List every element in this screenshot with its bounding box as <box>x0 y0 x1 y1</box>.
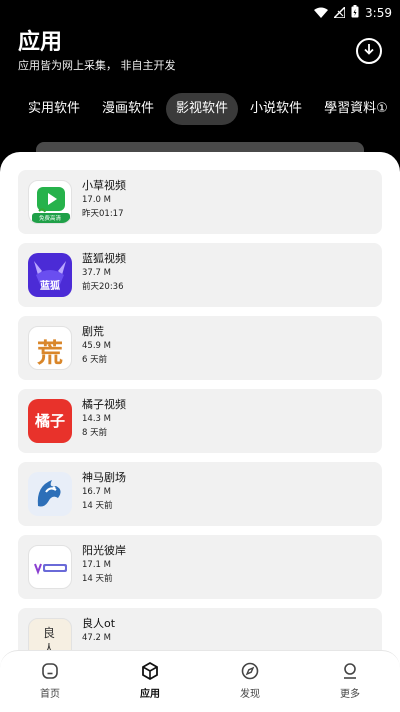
app-size: 16.7 M <box>82 487 111 497</box>
app-info: 橘子视频 14.3 M 8 天前 <box>82 397 126 440</box>
app-updated: 前天20:36 <box>82 282 124 292</box>
shenma-theater-icon <box>28 472 72 516</box>
status-time: 3:59 <box>365 5 392 20</box>
status-bar: 3:59 <box>0 0 400 24</box>
app-name: 良人ot <box>82 617 116 630</box>
compass-icon <box>240 661 260 681</box>
list-item[interactable]: 橘子 橘子视频 14.3 M 8 天前 <box>18 389 382 453</box>
home-icon <box>40 661 60 681</box>
app-list-sheet[interactable]: 免费高清 小草视频 17.0 M 昨天01:17 蓝狐 蓝狐视频 37.7 M <box>0 152 400 712</box>
nav-discover[interactable]: 发现 <box>200 651 300 712</box>
app-name: 阳光彼岸 <box>82 544 126 557</box>
tab-utility[interactable]: 实用软件 <box>18 93 90 125</box>
app-updated: 8 天前 <box>82 428 108 438</box>
app-info: 蓝狐视频 37.7 M 前天20:36 <box>82 251 126 294</box>
tab-comics[interactable]: 漫画软件 <box>92 93 164 125</box>
lanhu-video-icon: 蓝狐 <box>28 253 72 297</box>
xiaocao-video-icon: 免费高清 <box>28 180 72 224</box>
app-info: 剧荒 45.9 M 6 天前 <box>82 324 111 367</box>
app-info: 良人ot 47.2 M <box>82 616 115 646</box>
juzi-video-icon: 橘子 <box>28 399 72 443</box>
wifi-icon <box>314 3 329 22</box>
app-size: 17.1 M <box>82 560 111 570</box>
list-item[interactable]: 神马剧场 16.7 M 14 天前 <box>18 462 382 526</box>
status-icons: 3:59 <box>314 3 392 22</box>
list-item[interactable]: 荒 剧荒 45.9 M 6 天前 <box>18 316 382 380</box>
page-subtitle: 应用皆为网上采集， 非自主开发 <box>18 59 176 72</box>
app-name: 小草视频 <box>82 179 126 192</box>
page-title: 应用 <box>18 30 63 55</box>
category-tabs: 实用软件 漫画软件 影视软件 小说软件 學習資料① 學 <box>18 92 400 126</box>
person-icon <box>340 661 360 681</box>
app-name: 剧荒 <box>82 325 104 338</box>
app-size: 37.7 M <box>82 268 111 278</box>
list-item[interactable]: 免费高清 小草视频 17.0 M 昨天01:17 <box>18 170 382 234</box>
nav-more[interactable]: 更多 <box>300 651 400 712</box>
nav-apps[interactable]: 应用 <box>100 651 200 712</box>
page-header: 应用 应用皆为网上采集， 非自主开发 <box>18 28 386 82</box>
battery-icon <box>351 3 359 22</box>
app-info: 小草视频 17.0 M 昨天01:17 <box>82 178 126 221</box>
apps-cube-icon <box>140 661 160 681</box>
yangguang-biyan-icon <box>28 545 72 589</box>
app-info: 神马剧场 16.7 M 14 天前 <box>82 470 126 513</box>
juhuang-icon: 荒 <box>28 326 72 370</box>
app-size: 47.2 M <box>82 633 111 643</box>
app-list: 免费高清 小草视频 17.0 M 昨天01:17 蓝狐 蓝狐视频 37.7 M <box>18 170 382 681</box>
nav-home[interactable]: 首页 <box>0 651 100 712</box>
list-item[interactable]: 蓝狐 蓝狐视频 37.7 M 前天20:36 <box>18 243 382 307</box>
nav-home-label: 首页 <box>40 689 60 700</box>
app-updated: 14 天前 <box>82 501 113 511</box>
list-item[interactable]: 阳光彼岸 17.1 M 14 天前 <box>18 535 382 599</box>
app-name: 神马剧场 <box>82 471 126 484</box>
download-button[interactable] <box>356 38 382 64</box>
app-name: 蓝狐视频 <box>82 252 126 265</box>
bottom-navigation: 首页 应用 发现 更多 <box>0 650 400 712</box>
tab-video[interactable]: 影视软件 <box>166 93 239 125</box>
signal-icon <box>332 3 346 22</box>
app-size: 14.3 M <box>82 414 111 424</box>
tab-novels[interactable]: 小说软件 <box>240 93 312 125</box>
app-updated: 6 天前 <box>82 355 108 365</box>
app-name: 橘子视频 <box>82 398 126 411</box>
nav-more-label: 更多 <box>340 689 360 700</box>
app-size: 17.0 M <box>82 195 111 205</box>
app-updated: 昨天01:17 <box>82 209 124 219</box>
nav-discover-label: 发现 <box>240 689 260 700</box>
app-size: 45.9 M <box>82 341 111 351</box>
download-icon <box>362 42 376 61</box>
tab-study[interactable]: 學習資料① <box>314 93 398 125</box>
app-info: 阳光彼岸 17.1 M 14 天前 <box>82 543 126 586</box>
nav-apps-label: 应用 <box>140 689 160 700</box>
app-updated: 14 天前 <box>82 574 113 584</box>
